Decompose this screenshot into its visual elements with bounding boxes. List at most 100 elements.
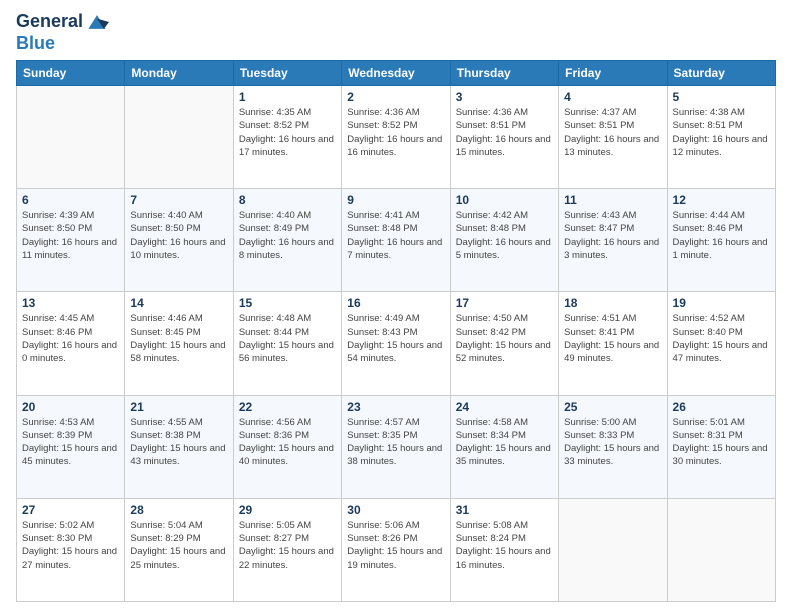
calendar-cell: 7 Sunrise: 4:40 AM Sunset: 8:50 PM Daylig… [125,189,233,292]
calendar-cell: 24 Sunrise: 4:58 AM Sunset: 8:34 PM Dayli… [450,395,558,498]
logo-icon [85,10,109,34]
day-info: Sunrise: 4:43 AM Sunset: 8:47 PM Dayligh… [564,209,661,262]
weekday-header-sunday: Sunday [17,61,125,86]
weekday-header-monday: Monday [125,61,233,86]
calendar-cell: 12 Sunrise: 4:44 AM Sunset: 8:46 PM Dayli… [667,189,775,292]
logo: General Blue [16,10,109,54]
day-number: 20 [22,400,119,414]
day-info: Sunrise: 5:01 AM Sunset: 8:31 PM Dayligh… [673,416,770,469]
day-number: 11 [564,193,661,207]
calendar-cell: 3Sunrise: 4:36 AM Sunset: 8:51 PM Daylig… [450,86,558,189]
day-number: 22 [239,400,336,414]
calendar-cell: 17 Sunrise: 4:50 AM Sunset: 8:42 PM Dayli… [450,292,558,395]
day-info: Sunrise: 5:06 AM Sunset: 8:26 PM Dayligh… [347,519,444,572]
calendar-cell: 5Sunrise: 4:38 AM Sunset: 8:51 PM Daylig… [667,86,775,189]
calendar-cell: 21 Sunrise: 4:55 AM Sunset: 8:38 PM Dayli… [125,395,233,498]
calendar-cell: 2Sunrise: 4:36 AM Sunset: 8:52 PM Daylig… [342,86,450,189]
day-number: 16 [347,296,444,310]
calendar-cell: 27 Sunrise: 5:02 AM Sunset: 8:30 PM Dayli… [17,498,125,601]
logo-text-general: General [16,12,83,32]
week-row-4: 20 Sunrise: 4:53 AM Sunset: 8:39 PM Dayli… [17,395,776,498]
calendar-cell: 18 Sunrise: 4:51 AM Sunset: 8:41 PM Dayli… [559,292,667,395]
day-info: Sunrise: 5:04 AM Sunset: 8:29 PM Dayligh… [130,519,227,572]
day-number: 13 [22,296,119,310]
day-info: Sunrise: 4:49 AM Sunset: 8:43 PM Dayligh… [347,312,444,365]
day-info: Sunrise: 5:00 AM Sunset: 8:33 PM Dayligh… [564,416,661,469]
calendar-cell: 20 Sunrise: 4:53 AM Sunset: 8:39 PM Dayli… [17,395,125,498]
day-number: 26 [673,400,770,414]
calendar-cell [125,86,233,189]
day-info: Sunrise: 4:40 AM Sunset: 8:49 PM Dayligh… [239,209,336,262]
calendar-cell: 10 Sunrise: 4:42 AM Sunset: 8:48 PM Dayli… [450,189,558,292]
day-number: 18 [564,296,661,310]
day-number: 27 [22,503,119,517]
day-info: Sunrise: 4:39 AM Sunset: 8:50 PM Dayligh… [22,209,119,262]
day-number: 12 [673,193,770,207]
day-number: 25 [564,400,661,414]
calendar-cell: 16 Sunrise: 4:49 AM Sunset: 8:43 PM Dayli… [342,292,450,395]
day-info: Sunrise: 4:55 AM Sunset: 8:38 PM Dayligh… [130,416,227,469]
calendar-cell: 9 Sunrise: 4:41 AM Sunset: 8:48 PM Daylig… [342,189,450,292]
day-number: 1 [239,90,336,104]
day-number: 15 [239,296,336,310]
calendar-cell: 13 Sunrise: 4:45 AM Sunset: 8:46 PM Dayli… [17,292,125,395]
day-number: 4 [564,90,661,104]
calendar-cell: 29 Sunrise: 5:05 AM Sunset: 8:27 PM Dayli… [233,498,341,601]
day-info: Sunrise: 4:57 AM Sunset: 8:35 PM Dayligh… [347,416,444,469]
day-info: Sunrise: 4:52 AM Sunset: 8:40 PM Dayligh… [673,312,770,365]
day-number: 9 [347,193,444,207]
calendar-table: SundayMondayTuesdayWednesdayThursdayFrid… [16,60,776,602]
day-info: Sunrise: 5:05 AM Sunset: 8:27 PM Dayligh… [239,519,336,572]
day-number: 14 [130,296,227,310]
page: General Blue SundayMondayTuesdayWednesda… [0,0,792,612]
day-number: 19 [673,296,770,310]
day-number: 28 [130,503,227,517]
day-number: 21 [130,400,227,414]
day-number: 30 [347,503,444,517]
day-number: 10 [456,193,553,207]
weekday-header-row: SundayMondayTuesdayWednesdayThursdayFrid… [17,61,776,86]
header: General Blue [16,10,776,54]
week-row-3: 13 Sunrise: 4:45 AM Sunset: 8:46 PM Dayli… [17,292,776,395]
calendar-cell [667,498,775,601]
day-number: 31 [456,503,553,517]
calendar-cell: 1 Sunrise: 4:35 AM Sunset: 8:52 PM Daylig… [233,86,341,189]
day-number: 23 [347,400,444,414]
weekday-header-saturday: Saturday [667,61,775,86]
day-info: Sunrise: 4:53 AM Sunset: 8:39 PM Dayligh… [22,416,119,469]
day-info: Sunrise: 4:58 AM Sunset: 8:34 PM Dayligh… [456,416,553,469]
day-info: Sunrise: 4:35 AM Sunset: 8:52 PM Dayligh… [239,106,336,159]
day-info: Sunrise: 5:02 AM Sunset: 8:30 PM Dayligh… [22,519,119,572]
logo-text-blue: Blue [16,33,55,53]
day-info: Sunrise: 4:38 AM Sunset: 8:51 PM Dayligh… [673,106,770,159]
day-number: 29 [239,503,336,517]
day-info: Sunrise: 4:42 AM Sunset: 8:48 PM Dayligh… [456,209,553,262]
day-info: Sunrise: 4:45 AM Sunset: 8:46 PM Dayligh… [22,312,119,365]
day-info: Sunrise: 4:40 AM Sunset: 8:50 PM Dayligh… [130,209,227,262]
calendar-cell: 30 Sunrise: 5:06 AM Sunset: 8:26 PM Dayli… [342,498,450,601]
calendar-cell: 22Sunrise: 4:56 AM Sunset: 8:36 PM Dayli… [233,395,341,498]
day-number: 8 [239,193,336,207]
day-info: Sunrise: 4:51 AM Sunset: 8:41 PM Dayligh… [564,312,661,365]
calendar-cell: 6Sunrise: 4:39 AM Sunset: 8:50 PM Daylig… [17,189,125,292]
day-number: 7 [130,193,227,207]
day-number: 2 [347,90,444,104]
day-info: Sunrise: 4:41 AM Sunset: 8:48 PM Dayligh… [347,209,444,262]
day-info: Sunrise: 4:48 AM Sunset: 8:44 PM Dayligh… [239,312,336,365]
calendar-cell: 28 Sunrise: 5:04 AM Sunset: 8:29 PM Dayli… [125,498,233,601]
weekday-header-wednesday: Wednesday [342,61,450,86]
calendar-cell: 25 Sunrise: 5:00 AM Sunset: 8:33 PM Dayli… [559,395,667,498]
weekday-header-friday: Friday [559,61,667,86]
calendar-cell: 23 Sunrise: 4:57 AM Sunset: 8:35 PM Dayli… [342,395,450,498]
day-info: Sunrise: 4:44 AM Sunset: 8:46 PM Dayligh… [673,209,770,262]
day-info: Sunrise: 4:50 AM Sunset: 8:42 PM Dayligh… [456,312,553,365]
calendar-cell: 8 Sunrise: 4:40 AM Sunset: 8:49 PM Daylig… [233,189,341,292]
day-info: Sunrise: 5:08 AM Sunset: 8:24 PM Dayligh… [456,519,553,572]
calendar-cell: 11 Sunrise: 4:43 AM Sunset: 8:47 PM Dayli… [559,189,667,292]
calendar-cell [17,86,125,189]
calendar-cell: 15 Sunrise: 4:48 AM Sunset: 8:44 PM Dayli… [233,292,341,395]
day-number: 3 [456,90,553,104]
week-row-5: 27 Sunrise: 5:02 AM Sunset: 8:30 PM Dayli… [17,498,776,601]
day-number: 17 [456,296,553,310]
day-number: 24 [456,400,553,414]
